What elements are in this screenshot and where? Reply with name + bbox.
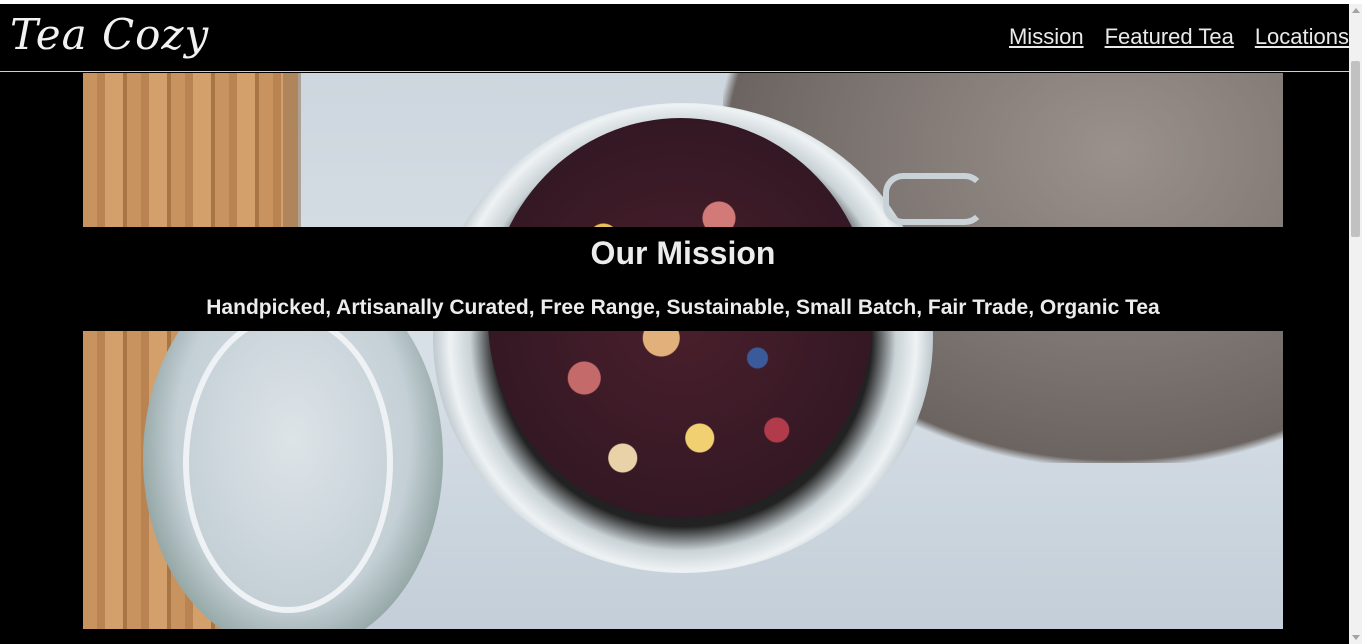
tea-jar-photo bbox=[83, 73, 1283, 227]
nav-link-featured-tea[interactable]: Featured Tea bbox=[1105, 24, 1234, 50]
hero-image-top bbox=[83, 73, 1283, 227]
site-header: Tea Cozy Mission Featured Tea Locations bbox=[0, 4, 1349, 72]
mission-tagline: Handpicked, Artisanally Curated, Free Ra… bbox=[206, 296, 1160, 319]
mission-heading: Our Mission bbox=[590, 235, 776, 271]
main-nav: Mission Featured Tea Locations bbox=[988, 24, 1349, 50]
scrollbar-thumb[interactable] bbox=[1351, 61, 1360, 237]
mission-section: Our Mission Handpicked, Artisanally Cura… bbox=[83, 227, 1283, 331]
nav-link-mission[interactable]: Mission bbox=[1009, 24, 1084, 50]
hero-image-bottom bbox=[83, 331, 1283, 629]
nav-link-locations[interactable]: Locations bbox=[1255, 24, 1349, 50]
scroll-up-arrow-icon[interactable] bbox=[1352, 8, 1360, 13]
tea-jar-photo bbox=[83, 331, 1283, 629]
vertical-scrollbar[interactable] bbox=[1349, 4, 1362, 644]
scroll-down-arrow-icon[interactable] bbox=[1352, 635, 1360, 640]
tea-cozy-logo[interactable]: Tea Cozy bbox=[10, 10, 209, 59]
